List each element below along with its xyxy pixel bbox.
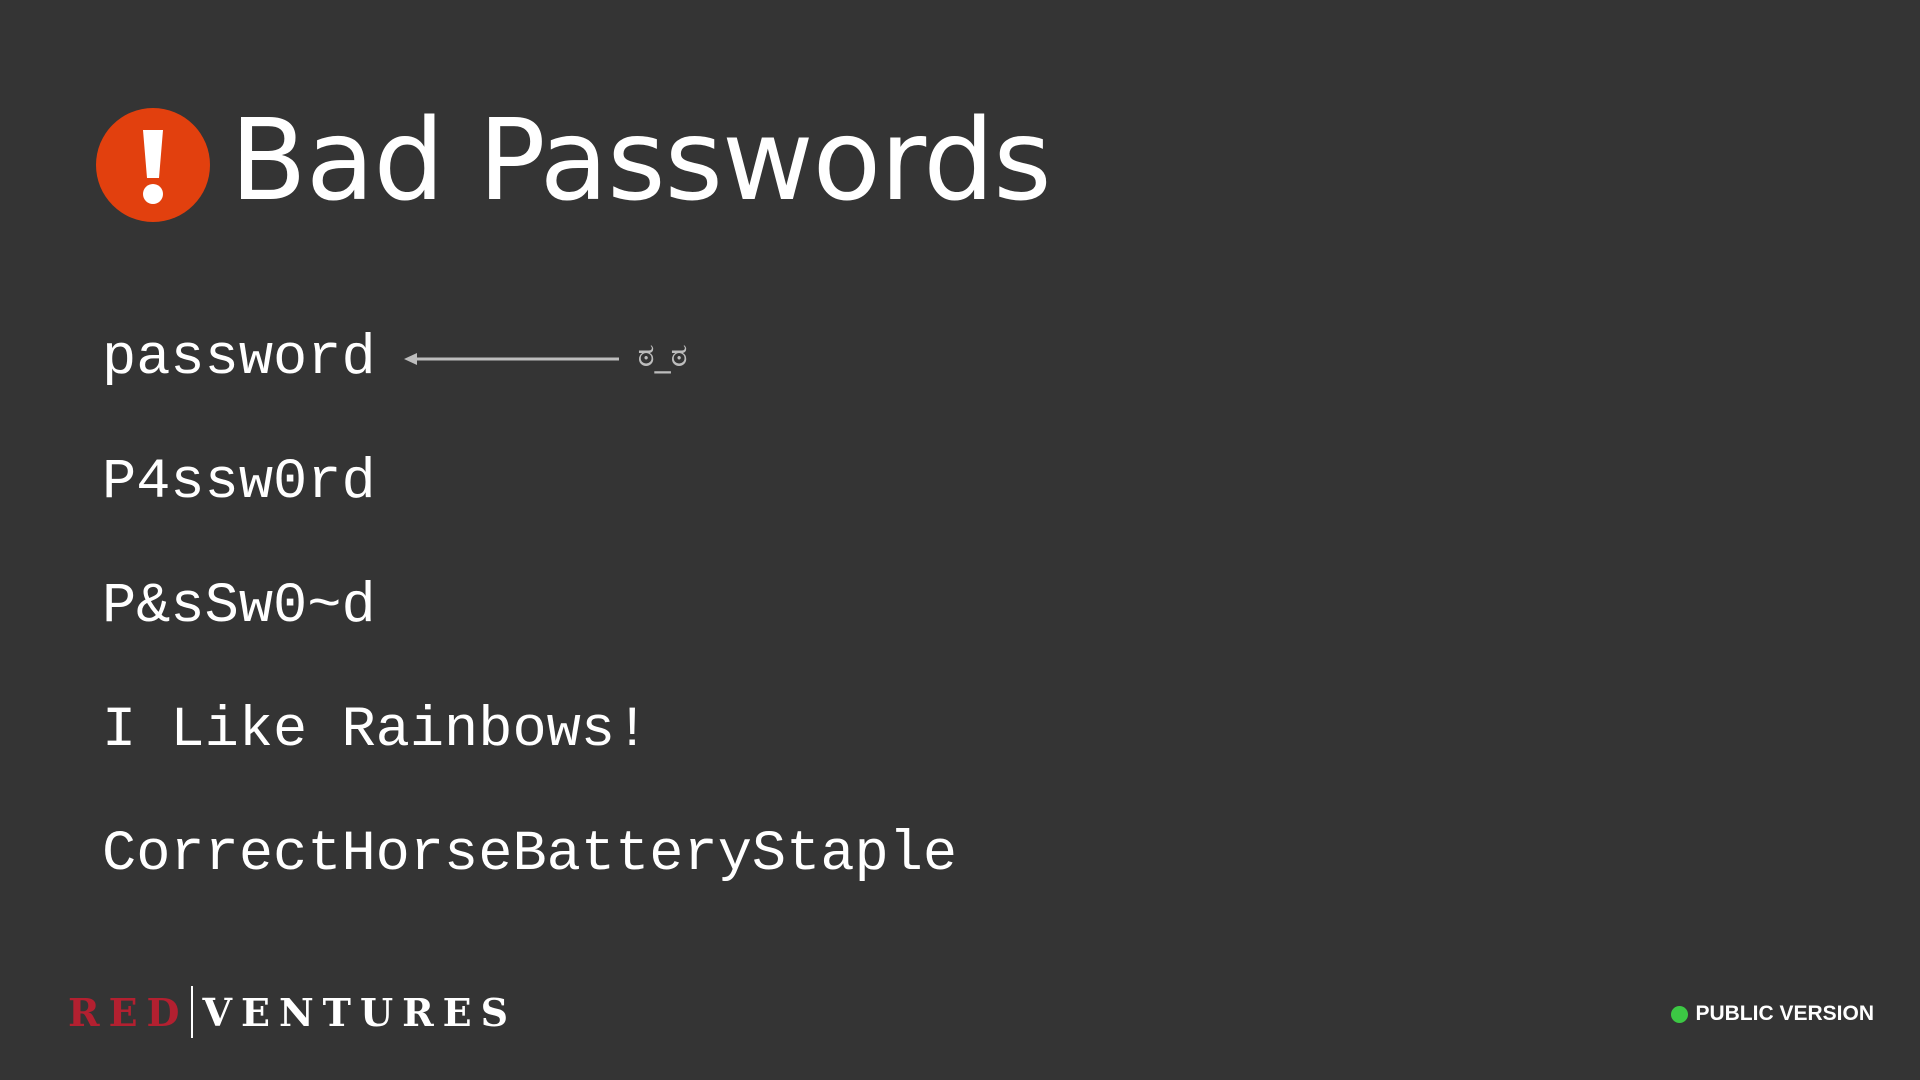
password-text: password (102, 327, 376, 391)
slide-title: Bad Passwords (230, 96, 1052, 226)
public-version-badge: PUBLIC VERSION (1671, 1000, 1874, 1028)
brand-divider (190, 986, 193, 1038)
password-item: P4ssw0rd (102, 446, 957, 570)
password-item: CorrectHorseBatteryStaple (102, 818, 957, 942)
password-text: P&sSw0~d (102, 575, 376, 639)
disapproval-face: ಠ_ಠ (637, 335, 688, 374)
public-version-label: PUBLIC VERSION (1695, 1002, 1874, 1025)
password-text: CorrectHorseBatteryStaple (102, 823, 958, 887)
password-item: P&sSw0~d (102, 570, 957, 694)
annotation: ಠ_ಠ (403, 322, 688, 396)
status-dot-icon (1671, 1005, 1689, 1023)
slide: Bad Passwords password ಠ_ಠ P4ssw0rd P&sS… (0, 0, 1920, 1080)
brand-red-text: RED (68, 989, 189, 1035)
brand-ventures-text: VENTURES (202, 989, 518, 1035)
password-list: password ಠ_ಠ P4ssw0rd P&sSw0~d I Like Ra… (102, 322, 957, 942)
password-text: I Like Rainbows! (102, 699, 650, 763)
password-text: P4ssw0rd (102, 451, 376, 515)
exclamation-glyph (143, 130, 163, 204)
left-arrow-icon (403, 351, 620, 367)
title-row: Bad Passwords (96, 96, 1052, 230)
password-item: I Like Rainbows! (102, 694, 957, 818)
password-item: password ಠ_ಠ (102, 322, 957, 446)
exclamation-circle-icon (96, 108, 210, 222)
red-ventures-logo: RED VENTURES (68, 984, 517, 1040)
